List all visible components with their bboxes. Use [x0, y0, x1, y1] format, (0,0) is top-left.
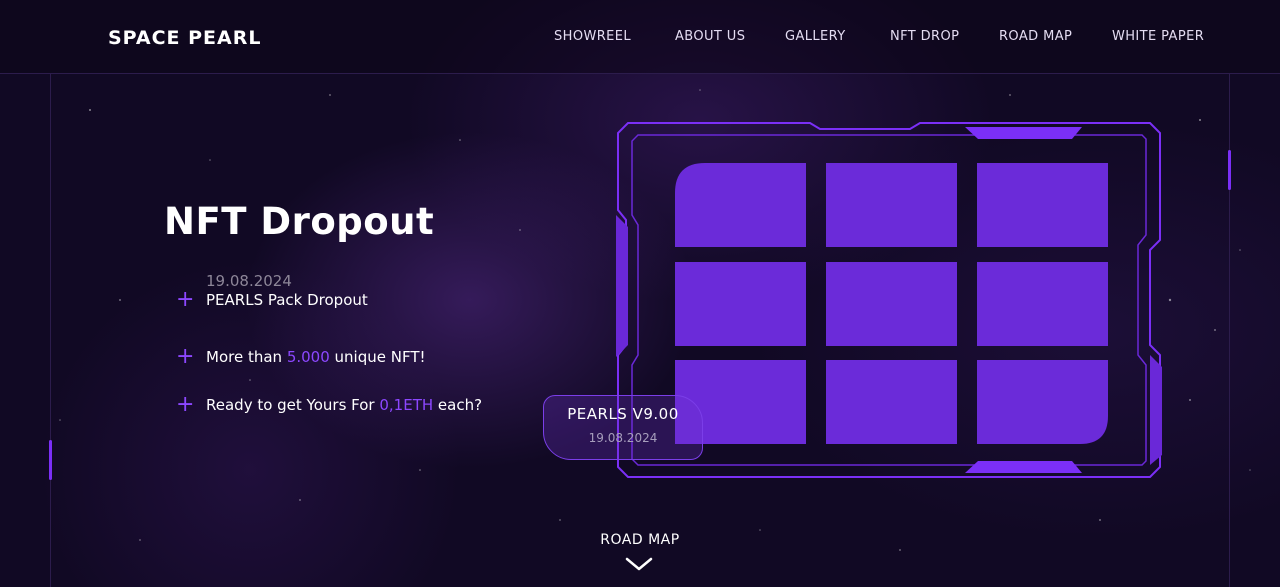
nft-tile[interactable] — [826, 163, 957, 247]
nft-tile[interactable] — [826, 360, 957, 444]
nav-link-road-map[interactable]: ROAD MAP — [999, 29, 1072, 44]
price-highlight: 0,1ETH — [379, 396, 434, 414]
main-nav: SHOWREEL ABOUT US GALLERY NFT DROP ROAD … — [0, 29, 1280, 49]
nft-tile[interactable] — [675, 163, 806, 247]
nft-count-highlight: 5.000 — [286, 348, 330, 366]
site-header: SPACE PEARL SHOWREEL ABOUT US GALLERY NF… — [0, 0, 1280, 74]
frame-top-accent — [965, 127, 1082, 139]
nav-link-white-paper[interactable]: WHITE PAPER — [1112, 29, 1204, 44]
dropout-date: 19.08.2024 — [206, 272, 292, 290]
nav-link-gallery[interactable]: GALLERY — [785, 29, 846, 44]
unique-nft-text: More than 5.000 unique NFT! — [206, 348, 426, 366]
nft-tile[interactable] — [675, 262, 806, 346]
nav-link-nft-drop[interactable]: NFT DROP — [890, 29, 959, 44]
plus-icon: + — [176, 287, 195, 312]
nft-tile[interactable] — [977, 262, 1108, 346]
left-frame-accent — [49, 440, 52, 480]
dropout-text: PEARLS Pack Dropout — [206, 291, 368, 309]
plus-icon: + — [176, 344, 195, 369]
hero-title: NFT Dropout — [164, 200, 435, 243]
price-text: Ready to get Yours For 0,1ETH each? — [206, 396, 483, 414]
left-frame-line — [50, 74, 51, 587]
nav-link-showreel[interactable]: SHOWREEL — [554, 29, 631, 44]
card-title: PEARLS V9.00 — [567, 405, 679, 423]
plus-icon: + — [176, 392, 195, 417]
nft-grid — [675, 163, 1108, 444]
card-date: 19.08.2024 — [588, 431, 658, 445]
frame-right-accent — [1150, 355, 1162, 465]
nav-link-about-us[interactable]: ABOUT US — [675, 29, 745, 44]
nft-tile[interactable] — [826, 262, 957, 346]
right-frame-accent — [1228, 150, 1231, 190]
frame-left-accent — [616, 215, 628, 357]
nft-tile[interactable] — [977, 163, 1108, 247]
nft-tile[interactable] — [977, 360, 1108, 444]
frame-bottom-accent — [965, 461, 1082, 473]
roadmap-link[interactable]: ROAD MAP — [0, 532, 1280, 548]
chevron-down-icon[interactable] — [625, 556, 653, 572]
pearls-version-card[interactable]: PEARLS V9.00 19.08.2024 — [543, 395, 703, 460]
